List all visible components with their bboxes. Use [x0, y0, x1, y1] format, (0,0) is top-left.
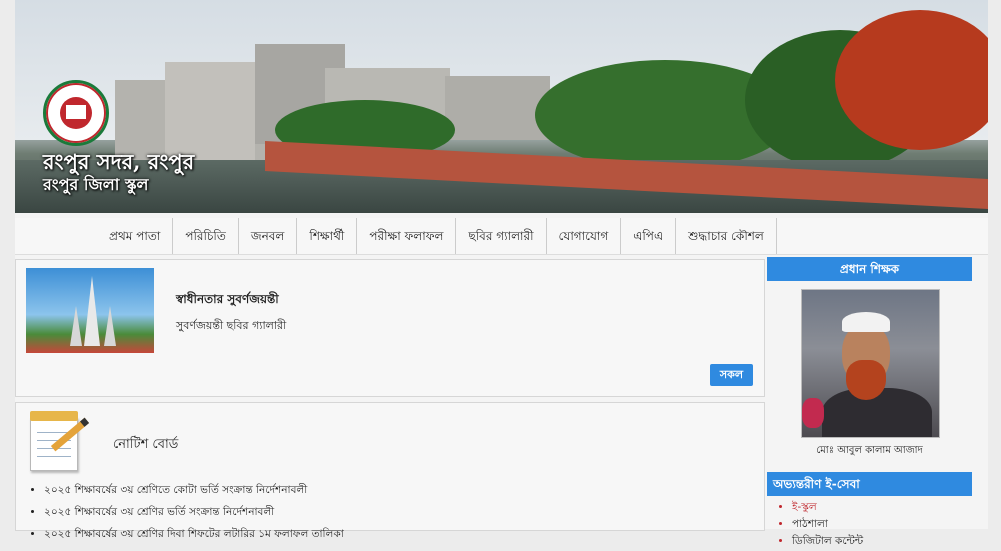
- eservice-item-content[interactable]: ডিজিটাল কন্টেন্ট: [792, 534, 863, 551]
- notice-list: ২০২৫ শিক্ষাবর্ষের ৩য় শ্রেণিতে কোটা ভর্ত…: [30, 483, 344, 549]
- nav-item-home[interactable]: প্রথম পাতা: [97, 218, 174, 254]
- notice-board-panel: নোটিশ বোর্ড ২০২৫ শিক্ষাবর্ষের ৩য় শ্রেণি…: [15, 402, 765, 540]
- eservice-item-pathshala[interactable]: পাঠশালা: [792, 517, 863, 534]
- eservice-item-eschool[interactable]: ই-স্কুল: [792, 500, 863, 517]
- monument-tower: [70, 306, 82, 346]
- photo-beard: [846, 360, 886, 400]
- nav-item-students[interactable]: শিক্ষার্থী: [297, 218, 358, 254]
- notepad-icon: [30, 411, 90, 471]
- notepad-line: [37, 456, 71, 457]
- school-logo[interactable]: [43, 80, 109, 146]
- head-teacher-photo: [801, 289, 940, 438]
- gallery-link[interactable]: সুবর্ণজয়ন্তী ছবির গ্যালারী: [176, 317, 286, 336]
- monument-thumbnail[interactable]: [26, 268, 154, 353]
- notice-item[interactable]: ২০২৫ শিক্ষাবর্ষের ৩য় শ্রেণির ভর্তি সংক্…: [44, 505, 344, 522]
- gallery-title: স্বাধীনতার সুবর্ণজয়ন্তী: [176, 292, 279, 306]
- header-banner: রংপুর সদর, রংপুর রংপুর জিলা স্কুল: [15, 0, 988, 213]
- notice-board-title: নোটিশ বোর্ড: [113, 437, 179, 452]
- nav-item-gallery[interactable]: ছবির গ্যালারী: [456, 218, 547, 254]
- nav-item-about[interactable]: পরিচিতি: [173, 218, 239, 254]
- notice-item[interactable]: ২০২৫ শিক্ষাবর্ষের ৩য় শ্রেণিতে কোটা ভর্ত…: [44, 483, 344, 500]
- photo-flowers: [802, 398, 824, 428]
- nav-item-apa[interactable]: এপিএ: [621, 218, 677, 254]
- gallery-panel: স্বাধীনতার সুবর্ণজয়ন্তী সুবর্ণজয়ন্তী ছ…: [15, 259, 765, 397]
- head-teacher-heading: প্রধান শিক্ষক: [767, 257, 972, 281]
- nav-item-staff[interactable]: জনবল: [239, 218, 298, 254]
- photo-cap: [842, 312, 890, 332]
- parliament-building-block: [445, 76, 550, 140]
- site-subtitle: রংপুর জিলা স্কুল: [43, 175, 149, 194]
- notepad-binding: [30, 411, 78, 421]
- nav-item-exam-results[interactable]: পরীক্ষা ফলাফল: [357, 218, 457, 254]
- notice-item[interactable]: ২০২৫ শিক্ষাবর্ষের ৩য় শ্রেণির দিবা শিফটে…: [44, 527, 344, 544]
- eservice-heading: অভ্যন্তরীণ ই-সেবা: [767, 472, 972, 496]
- head-teacher-name: মোঃ আবুল কালাম আজাদ: [816, 445, 923, 456]
- all-button[interactable]: সকল: [710, 364, 753, 386]
- logo-book-icon: [66, 105, 86, 119]
- monument-tower: [104, 306, 116, 346]
- eservice-list: ই-স্কুল পাঠশালা ডিজিটাল কন্টেন্ট: [780, 500, 863, 551]
- main-nav: প্রথম পাতা পরিচিতি জনবল শিক্ষার্থী পরীক্…: [15, 218, 988, 255]
- monument-tower: [84, 276, 100, 346]
- nav-item-integrity[interactable]: শুদ্ধাচার কৌশল: [676, 218, 777, 254]
- nav-item-contact[interactable]: যোগাযোগ: [547, 218, 622, 254]
